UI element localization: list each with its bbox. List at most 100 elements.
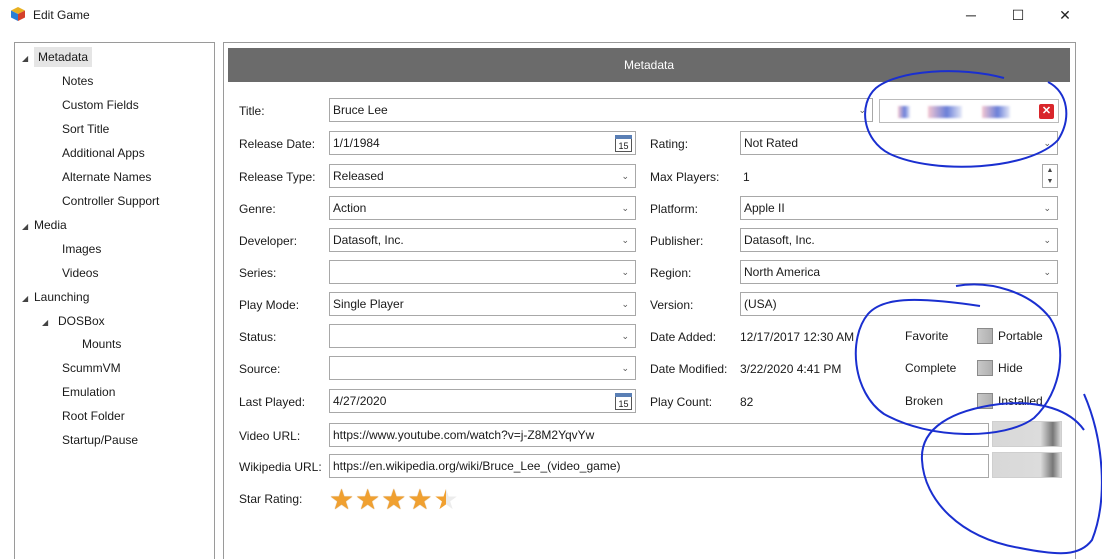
version-input[interactable]: (USA) [740, 292, 1058, 316]
rating-combo[interactable]: Not Rated ⌄ [740, 131, 1058, 155]
release-type-combo[interactable]: Released ⌄ [329, 164, 636, 188]
sidebar-item-label: Notes [62, 74, 94, 88]
star-rating-control[interactable]: ★ ★ ★ ★ ★ [329, 486, 459, 514]
source-label: Source: [239, 362, 281, 376]
sidebar-item-emulation[interactable]: Emulation [62, 381, 115, 403]
wikipedia-url-label: Wikipedia URL: [239, 460, 322, 474]
blurred-content [898, 106, 910, 118]
app-cube-icon [11, 7, 25, 21]
star-icon[interactable]: ★ [355, 486, 380, 514]
installed-checkbox[interactable] [977, 393, 993, 409]
region-combo[interactable]: North America ⌄ [740, 260, 1058, 284]
calendar-icon[interactable]: 15 [615, 393, 632, 410]
chevron-down-icon[interactable]: ⌄ [1043, 261, 1051, 283]
star-icon[interactable]: ★ [381, 486, 406, 514]
chevron-down-icon[interactable]: ⌄ [621, 197, 629, 219]
sidebar-item-images[interactable]: Images [62, 238, 101, 260]
date-added-value: 12/17/2017 12:30 AM [740, 330, 855, 344]
status-combo[interactable]: ⌄ [329, 324, 636, 348]
chevron-down-icon[interactable]: ⌄ [1043, 229, 1051, 251]
redacted-field[interactable]: ✕ [879, 99, 1059, 123]
play-mode-combo[interactable]: Single Player ⌄ [329, 292, 636, 316]
sidebar-item-videos[interactable]: Videos [62, 262, 98, 284]
sidebar-item-controller-support[interactable]: Controller Support [62, 190, 159, 212]
sidebar-item-metadata[interactable]: ◢ Metadata [22, 46, 93, 70]
expand-arrow-icon[interactable]: ◢ [42, 312, 54, 334]
sidebar-item-mounts[interactable]: Mounts [82, 333, 121, 355]
blurred-content [982, 106, 1010, 118]
hide-checkbox[interactable] [977, 360, 993, 376]
expand-arrow-icon[interactable]: ◢ [22, 48, 34, 70]
play-count-value: 82 [740, 395, 754, 409]
sidebar-item-startup-pause[interactable]: Startup/Pause [62, 429, 138, 451]
date-modified-label: Date Modified: [650, 362, 728, 376]
chevron-down-icon[interactable]: ⌄ [621, 229, 629, 251]
developer-combo[interactable]: Datasoft, Inc. ⌄ [329, 228, 636, 252]
chevron-down-icon[interactable]: ⌄ [621, 357, 629, 379]
chevron-down-icon[interactable]: ⌄ [621, 165, 629, 187]
video-url-label: Video URL: [239, 429, 301, 443]
sidebar-item-alternate-names[interactable]: Alternate Names [62, 166, 151, 188]
series-combo[interactable]: ⌄ [329, 260, 636, 284]
sidebar-item-media[interactable]: ◢ Media [22, 214, 67, 236]
sidebar-item-label: Sort Title [62, 122, 110, 136]
section-header: Metadata [228, 48, 1070, 82]
release-type-value: Released [333, 169, 384, 183]
genre-combo[interactable]: Action ⌄ [329, 196, 636, 220]
portable-checkbox[interactable] [977, 328, 993, 344]
max-players-value[interactable]: 1 [743, 169, 750, 185]
favorite-label: Favorite [905, 329, 949, 343]
developer-label: Developer: [239, 234, 298, 248]
chevron-down-icon[interactable]: ⌄ [1043, 197, 1051, 219]
calendar-icon[interactable]: 15 [615, 135, 632, 152]
title-combo[interactable]: Bruce Lee ⌄ [329, 98, 873, 122]
sidebar-item-additional-apps[interactable]: Additional Apps [62, 142, 145, 164]
chevron-down-icon[interactable]: ⌄ [1043, 132, 1051, 154]
sidebar-item-label: Additional Apps [62, 146, 145, 160]
minimize-button[interactable]: ─ [948, 0, 994, 30]
source-combo[interactable]: ⌄ [329, 356, 636, 380]
expand-arrow-icon[interactable]: ◢ [22, 216, 34, 238]
installed-label: Installed [998, 394, 1043, 408]
star-icon[interactable]: ★ [433, 486, 458, 514]
sidebar-item-notes[interactable]: Notes [62, 70, 93, 92]
close-button[interactable]: ✕ [1042, 0, 1088, 30]
spin-up-icon[interactable]: ▲ [1043, 165, 1057, 176]
chevron-down-icon[interactable]: ⌄ [621, 325, 629, 347]
wikipedia-url-input[interactable]: https://en.wikipedia.org/wiki/Bruce_Lee_… [329, 454, 989, 478]
sidebar-item-custom-fields[interactable]: Custom Fields [62, 94, 139, 116]
wikipedia-url-value: https://en.wikipedia.org/wiki/Bruce_Lee_… [333, 459, 621, 473]
clear-icon[interactable]: ✕ [1039, 104, 1054, 119]
chevron-down-icon[interactable]: ⌄ [621, 293, 629, 315]
chevron-down-icon[interactable]: ⌄ [621, 261, 629, 283]
sidebar-item-sort-title[interactable]: Sort Title [62, 118, 109, 140]
max-players-spinner[interactable]: ▲ ▼ [1042, 164, 1058, 188]
release-date-picker[interactable]: 1/1/1984 15 [329, 131, 636, 155]
status-label: Status: [239, 330, 277, 344]
star-icon[interactable]: ★ [329, 486, 354, 514]
date-modified-value: 3/22/2020 4:41 PM [740, 362, 842, 376]
date-added-label: Date Added: [650, 330, 717, 344]
sidebar-item-root-folder[interactable]: Root Folder [62, 405, 125, 427]
release-type-label: Release Type: [239, 170, 316, 184]
wikipedia-url-browse-button[interactable] [992, 452, 1062, 478]
last-played-picker[interactable]: 4/27/2020 15 [329, 389, 636, 413]
expand-arrow-icon[interactable]: ◢ [22, 288, 34, 310]
video-url-input[interactable]: https://www.youtube.com/watch?v=j-Z8M2Yq… [329, 423, 989, 447]
rating-value: Not Rated [744, 136, 799, 150]
sidebar-item-label: Mounts [82, 337, 122, 351]
maximize-button[interactable]: ☐ [995, 0, 1041, 30]
sidebar-item-scummvm[interactable]: ScummVM [62, 357, 121, 379]
sidebar-item-dosbox[interactable]: ◢ DOSBox [42, 310, 105, 332]
sidebar-item-label: Root Folder [62, 409, 125, 423]
platform-combo[interactable]: Apple II ⌄ [740, 196, 1058, 220]
video-url-browse-button[interactable] [992, 421, 1062, 447]
chevron-down-icon[interactable]: ⌄ [858, 99, 866, 121]
genre-value: Action [333, 201, 367, 215]
star-icon[interactable]: ★ [407, 486, 432, 514]
complete-label: Complete [905, 361, 957, 375]
publisher-combo[interactable]: Datasoft, Inc. ⌄ [740, 228, 1058, 252]
blurred-content [928, 106, 962, 118]
sidebar-item-launching[interactable]: ◢ Launching [22, 286, 89, 308]
spin-down-icon[interactable]: ▼ [1043, 176, 1057, 187]
